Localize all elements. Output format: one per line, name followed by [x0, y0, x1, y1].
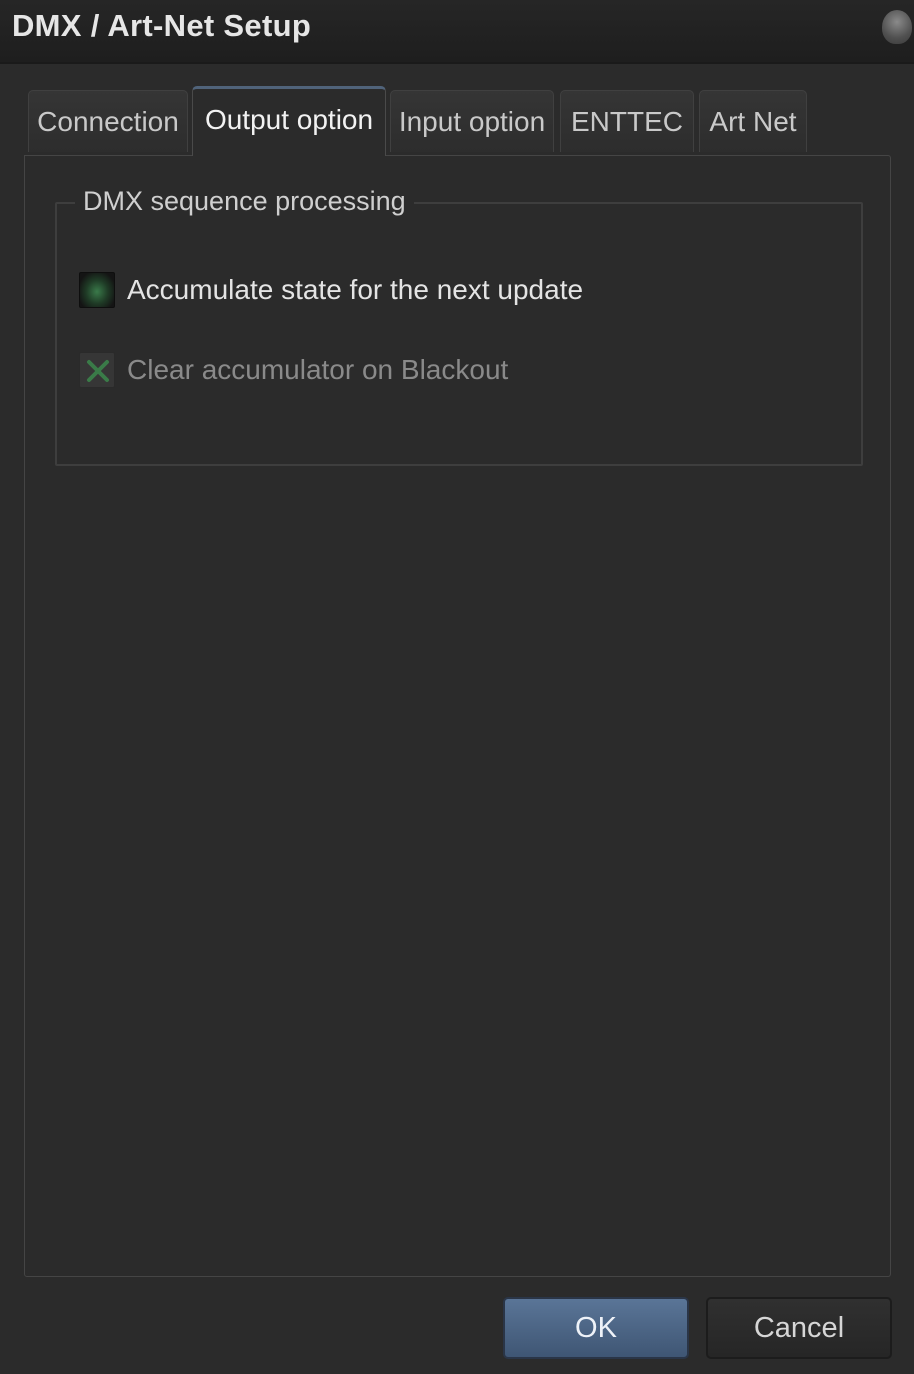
accumulate-state-label: Accumulate state for the next update — [127, 274, 584, 305]
group-label: DMX sequence processing — [75, 186, 414, 217]
tab-enttec[interactable]: ENTTEC — [560, 90, 694, 152]
window-menu-knob-icon[interactable] — [882, 10, 912, 44]
window-title: DMX / Art-Net Setup — [12, 8, 312, 43]
clear-accumulator-option: Clear accumulator on Blackout — [79, 350, 508, 390]
x-check-icon — [87, 360, 109, 382]
tab-connection[interactable]: Connection — [28, 90, 188, 152]
clear-accumulator-checkbox — [79, 352, 115, 388]
clear-accumulator-label: Clear accumulator on Blackout — [127, 354, 509, 385]
output-option-panel: DMX sequence processing Accumulate state… — [24, 155, 891, 1277]
cancel-button[interactable]: Cancel — [706, 1297, 892, 1359]
accumulate-state-option[interactable]: Accumulate state for the next update — [79, 270, 583, 310]
tab-art-net[interactable]: Art Net — [699, 90, 807, 152]
ok-button[interactable]: OK — [503, 1297, 689, 1359]
title-bar[interactable]: DMX / Art-Net Setup — [0, 0, 914, 64]
dmx-sequence-processing-group: DMX sequence processing Accumulate state… — [55, 186, 863, 466]
tab-input-option[interactable]: Input option — [390, 90, 554, 152]
accumulate-state-checkbox[interactable] — [79, 272, 115, 308]
dialog-window: DMX / Art-Net Setup Connection Output op… — [0, 0, 914, 1374]
tab-output-option[interactable]: Output option — [192, 86, 386, 156]
